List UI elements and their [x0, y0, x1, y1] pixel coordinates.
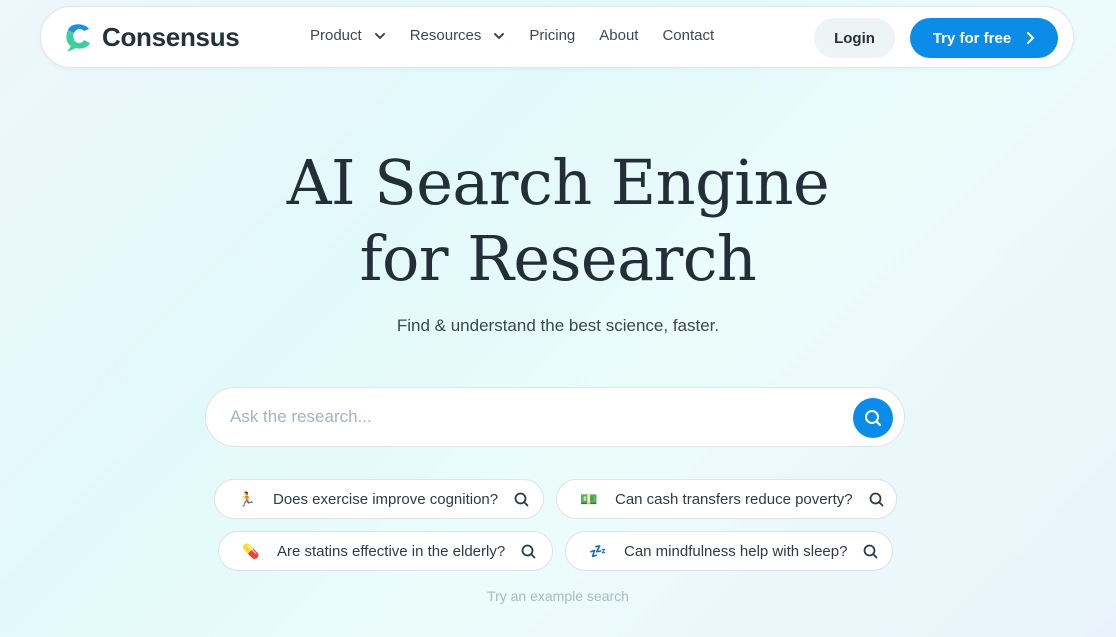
hero-subtitle: Find & understand the best science, fast… — [396, 316, 720, 335]
hero-title: AI Search Engine for Research — [0, 145, 1116, 297]
login-button[interactable]: Login — [814, 18, 895, 58]
hero-title-line-1: AI Search Engine — [286, 146, 830, 219]
search-button[interactable] — [853, 398, 893, 438]
example-search-exercise[interactable]: 🏃 Does exercise improve cognition? — [214, 479, 544, 519]
menu-item-contact[interactable]: Contact — [662, 27, 714, 44]
menu-item-label: Resources — [409, 27, 482, 44]
menu-item-about[interactable]: About — [599, 27, 638, 44]
menu-item-resources[interactable]: Resources — [410, 27, 506, 44]
menu-item-label: About — [599, 27, 639, 44]
example-label: Are statins effective in the elderly? — [277, 542, 506, 560]
menu-item-label: Product — [310, 27, 362, 44]
running-person-icon: 🏃 — [238, 490, 256, 507]
brand-logo[interactable]: Consensus — [63, 21, 240, 53]
hero-title-line-2: for Research — [359, 222, 757, 295]
search-bar — [205, 387, 905, 447]
chevron-down-icon — [374, 32, 385, 39]
main-menu: Product Resources Pricing About Contact — [310, 27, 738, 44]
menu-item-pricing[interactable]: Pricing — [529, 27, 575, 44]
example-label: Does exercise improve cognition? — [273, 490, 499, 508]
example-search-mindfulness[interactable]: 💤 Can mindfulness help with sleep? — [565, 531, 893, 571]
search-icon — [514, 492, 529, 506]
pill-icon: 💊 — [242, 542, 260, 559]
example-search-cash-transfers[interactable]: 💵 Can cash transfers reduce poverty? — [556, 479, 897, 519]
top-navbar: Consensus Product Resources Pricing Abou… — [40, 6, 1074, 68]
example-search-hint: Try an example search — [487, 588, 629, 604]
example-label: Can mindfulness help with sleep? — [624, 542, 848, 560]
search-icon — [521, 544, 536, 558]
example-search-statins[interactable]: 💊 Are statins effective in the elderly? — [218, 531, 553, 571]
chevron-right-icon — [1027, 32, 1035, 44]
try-for-free-label: Try for free — [932, 29, 1012, 47]
menu-item-product[interactable]: Product — [310, 27, 386, 44]
example-label: Can cash transfers reduce poverty? — [615, 490, 853, 508]
search-icon — [864, 544, 878, 558]
consensus-logo-icon — [66, 24, 90, 52]
sleep-icon: 💤 — [589, 542, 607, 559]
menu-item-label: Pricing — [529, 27, 576, 44]
chevron-down-icon — [494, 32, 505, 39]
brand-name: Consensus — [102, 21, 240, 52]
search-input[interactable] — [230, 388, 830, 446]
try-for-free-button[interactable]: Try for free — [910, 18, 1058, 58]
menu-item-label: Contact — [662, 27, 715, 44]
search-icon — [869, 492, 884, 506]
cash-icon: 💵 — [580, 490, 598, 507]
search-icon — [865, 410, 881, 426]
